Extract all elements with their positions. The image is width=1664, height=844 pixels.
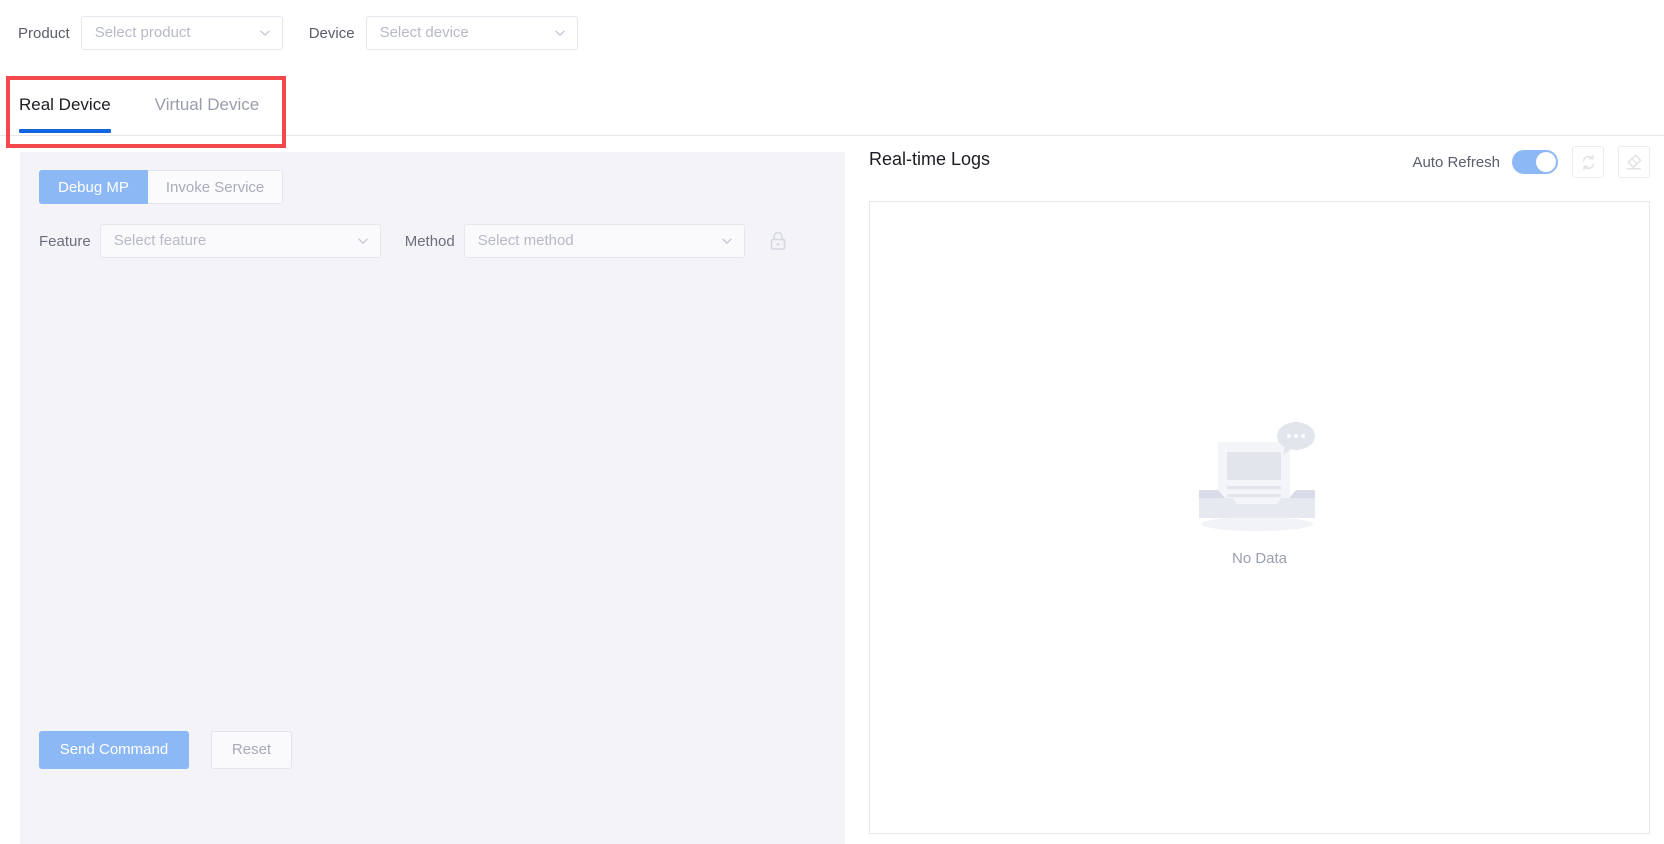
chevron-down-icon (721, 235, 733, 247)
debug-panel: Debug MP Invoke Service Feature Select f… (20, 152, 845, 844)
auto-refresh-toggle-knob (1536, 152, 1556, 172)
debug-action-row: Send Command Reset (39, 731, 292, 769)
chevron-down-icon (259, 27, 271, 39)
segment-invoke-service-label: Invoke Service (166, 179, 264, 196)
device-type-tabs: Real Device Virtual Device (0, 78, 1664, 136)
reset-button[interactable]: Reset (211, 731, 292, 769)
chevron-down-icon (357, 235, 369, 247)
feature-label: Feature (39, 233, 100, 250)
lock-icon[interactable] (767, 229, 789, 253)
method-label: Method (405, 233, 464, 250)
device-select-placeholder: Select device (367, 17, 469, 49)
debug-page: Product Select product Device Select dev… (0, 0, 1664, 844)
product-label: Product (18, 25, 81, 42)
empty-state-text: No Data (1232, 550, 1287, 567)
log-output-area[interactable]: No Data (869, 201, 1650, 834)
device-field-group: Device Select device (283, 16, 578, 50)
filter-bar: Product Select product Device Select dev… (0, 0, 1664, 66)
feature-method-row: Feature Select feature Method Select met… (39, 224, 789, 258)
refresh-icon (1580, 154, 1597, 171)
empty-state: No Data (870, 420, 1649, 567)
method-select[interactable]: Select method (464, 224, 745, 258)
logs-toolbar: Auto Refresh (1412, 146, 1650, 178)
tab-real-device[interactable]: Real Device (19, 78, 111, 135)
segment-invoke-service[interactable]: Invoke Service (148, 170, 283, 204)
no-data-inbox-icon (1185, 420, 1335, 540)
method-select-placeholder: Select method (465, 225, 574, 257)
clear-logs-button[interactable] (1618, 146, 1650, 178)
device-label: Device (309, 25, 366, 42)
segment-debug-mp[interactable]: Debug MP (39, 170, 148, 204)
send-command-button[interactable]: Send Command (39, 731, 189, 769)
refresh-button[interactable] (1572, 146, 1604, 178)
eraser-icon (1625, 153, 1643, 171)
chevron-down-icon (554, 27, 566, 39)
device-select[interactable]: Select device (366, 16, 578, 50)
auto-refresh-label: Auto Refresh (1412, 154, 1500, 171)
debug-mode-switch: Debug MP Invoke Service (39, 170, 283, 204)
logs-title: Real-time Logs (869, 149, 990, 170)
segment-debug-mp-label: Debug MP (58, 179, 129, 196)
feature-select-placeholder: Select feature (101, 225, 207, 257)
feature-select[interactable]: Select feature (100, 224, 381, 258)
product-select[interactable]: Select product (81, 16, 283, 50)
product-field-group: Product Select product (0, 16, 283, 50)
tab-real-device-label: Real Device (19, 95, 111, 114)
logs-header: Real-time Logs Auto Refresh (869, 146, 1650, 190)
auto-refresh-toggle[interactable] (1512, 150, 1558, 174)
tab-virtual-device[interactable]: Virtual Device (155, 78, 260, 135)
tabbar-divider (0, 135, 1664, 136)
product-select-placeholder: Select product (82, 17, 191, 49)
tab-virtual-device-label: Virtual Device (155, 95, 260, 114)
